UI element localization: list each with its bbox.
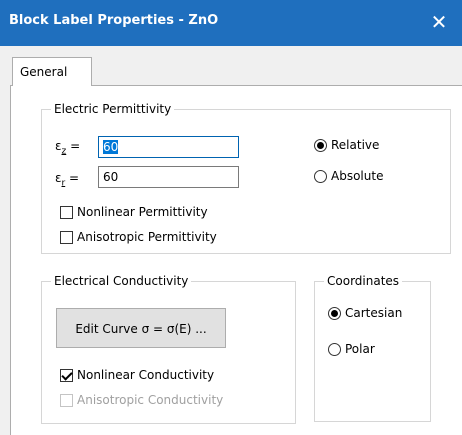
relative-radio[interactable] [314,139,327,152]
electric-permittivity-label: Electric Permittivity [51,102,175,116]
tab-panel-general: Electric Permittivity εz = 60 εr = 60 Re… [10,85,462,435]
nonlinear-permittivity-checkbox[interactable] [60,206,73,219]
nonlinear-permittivity-label[interactable]: Nonlinear Permittivity [77,205,208,219]
polar-radio[interactable] [328,343,341,356]
eps-z-label: εz = [55,139,81,157]
eps-z-value: 60 [103,140,119,154]
eps-r-input[interactable]: 60 [98,166,239,188]
nonlinear-conductivity-label[interactable]: Nonlinear Conductivity [77,368,214,382]
window-title: Block Label Properties - ZnO [9,13,219,28]
anisotropic-permittivity-label[interactable]: Anisotropic Permittivity [77,230,217,244]
absolute-radio-label[interactable]: Absolute [331,169,383,183]
cartesian-radio[interactable] [328,307,341,320]
coordinates-label: Coordinates [324,274,403,288]
cartesian-radio-label[interactable]: Cartesian [345,306,402,320]
tab-general[interactable]: General [12,57,92,86]
anisotropic-conductivity-label[interactable]: Anisotropic Conductivity [77,393,223,407]
title-bar: Block Label Properties - ZnO ✕ [0,0,462,46]
nonlinear-conductivity-checkbox[interactable] [60,369,73,382]
tab-general-label: General [20,65,68,79]
absolute-radio[interactable] [314,170,327,183]
eps-r-label: εr = [55,171,80,189]
eps-r-value: 60 [103,170,119,184]
anisotropic-conductivity-checkbox[interactable] [60,394,73,407]
relative-radio-label[interactable]: Relative [331,138,379,152]
electrical-conductivity-label: Electrical Conductivity [51,274,192,288]
edit-curve-button[interactable]: Edit Curve σ = σ(E) ... [56,308,226,348]
close-icon[interactable]: ✕ [426,9,452,35]
eps-z-input[interactable]: 60 [98,136,239,158]
polar-radio-label[interactable]: Polar [345,342,375,356]
edit-curve-button-label: Edit Curve σ = σ(E) ... [75,322,207,336]
anisotropic-permittivity-checkbox[interactable] [60,231,73,244]
